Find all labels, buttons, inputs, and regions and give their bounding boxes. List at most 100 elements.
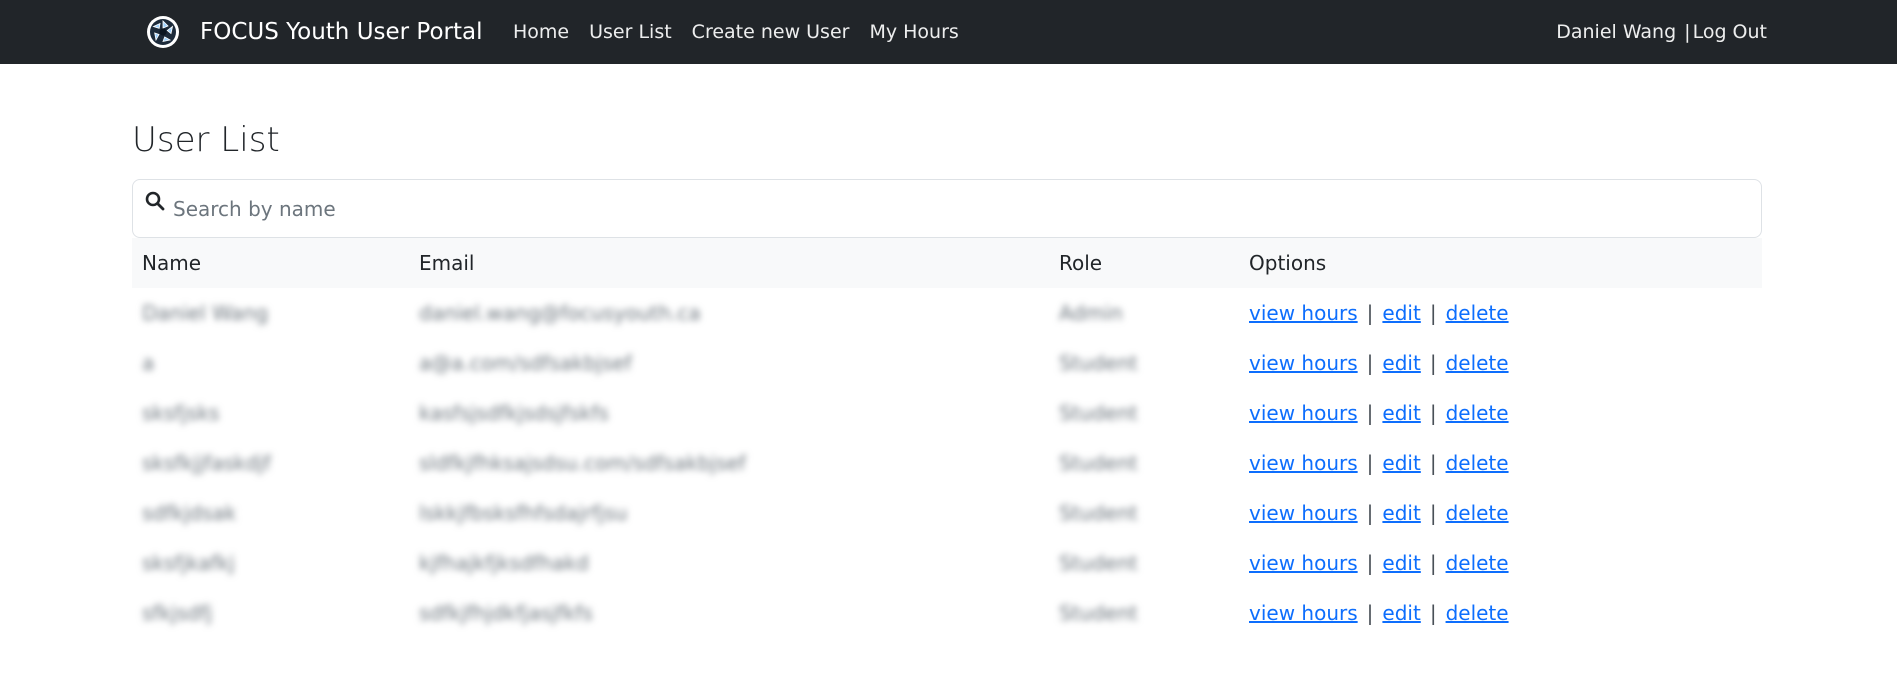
edit-user-link[interactable]: edit: [1382, 301, 1420, 325]
view-hours-link[interactable]: view hours: [1249, 401, 1358, 425]
user-name-cell: sdfkjdsak: [132, 488, 409, 538]
option-separator: |: [1429, 601, 1437, 625]
option-separator: |: [1366, 501, 1374, 525]
nav-separator: |: [1684, 21, 1691, 43]
user-email-cell-value: lskkjfbsksfhfsdajrfjsu: [419, 501, 628, 525]
option-separator: |: [1429, 401, 1437, 425]
option-separator: |: [1366, 601, 1374, 625]
user-name-cell-value: Daniel Wang: [142, 301, 269, 325]
user-options-cell: view hours | edit | delete: [1239, 538, 1762, 588]
table-row: Daniel Wang daniel.wang@focusyouth.ca Admi…: [132, 288, 1762, 338]
user-email-cell: sdfkjfhjdkfjasjfkfs: [409, 588, 1049, 638]
user-role-cell: Admin: [1049, 288, 1239, 338]
edit-user-link[interactable]: edit: [1382, 551, 1420, 575]
user-email-cell: a@a.com/sdfsakbjsef: [409, 338, 1049, 388]
edit-user-link[interactable]: edit: [1382, 601, 1420, 625]
user-role-cell-value: Student: [1059, 351, 1138, 375]
nav-link-home[interactable]: Home: [513, 21, 569, 43]
nav-link-my-hours[interactable]: My Hours: [869, 21, 958, 43]
nav-link-user-list[interactable]: User List: [589, 21, 672, 43]
user-email-cell-value: daniel.wang@focusyouth.ca: [419, 301, 701, 325]
brand-title: FOCUS Youth User Portal: [200, 19, 483, 45]
user-name-cell-value: sksfkjjfaskdjf: [142, 451, 271, 475]
user-email-cell: daniel.wang@focusyouth.ca: [409, 288, 1049, 338]
user-email-cell: sldfkjfhksajsdsu.com/sdfsakbjsef: [409, 438, 1049, 488]
option-separator: |: [1366, 401, 1374, 425]
user-options-cell: view hours | edit | delete: [1239, 338, 1762, 388]
option-separator: |: [1366, 301, 1374, 325]
user-role-cell-value: Student: [1059, 601, 1138, 625]
user-role-cell-value: Student: [1059, 451, 1138, 475]
search-input[interactable]: [173, 180, 1743, 237]
user-name-cell: sksfkjjfaskdjf: [132, 438, 409, 488]
user-table: Name Email Role Options Daniel Wang danie…: [132, 238, 1762, 638]
edit-user-link[interactable]: edit: [1382, 501, 1420, 525]
column-header-options: Options: [1249, 251, 1327, 275]
user-role-cell: Student: [1049, 338, 1239, 388]
search-box: [132, 179, 1762, 238]
user-name-cell-value: sksfjkafkj: [142, 551, 235, 575]
user-email-cell: kasfsjsdfkjsdsjfskfs: [409, 388, 1049, 438]
delete-user-link[interactable]: delete: [1446, 601, 1509, 625]
user-role-cell: Student: [1049, 538, 1239, 588]
user-role-cell: Student: [1049, 388, 1239, 438]
user-role-cell: Student: [1049, 588, 1239, 638]
delete-user-link[interactable]: delete: [1446, 551, 1509, 575]
column-header-email: Email: [419, 251, 475, 275]
option-separator: |: [1366, 351, 1374, 375]
nav-links: Home User List Create new User My Hours: [513, 0, 979, 64]
user-role-cell: Student: [1049, 438, 1239, 488]
user-options-cell: view hours | edit | delete: [1239, 388, 1762, 438]
user-email-cell: lskkjfbsksfhfsdajrfjsu: [409, 488, 1049, 538]
current-user-name: Daniel Wang: [1556, 21, 1677, 43]
nav-link-create-new-user[interactable]: Create new User: [692, 21, 850, 43]
user-name-cell-value: a: [142, 351, 155, 375]
edit-user-link[interactable]: edit: [1382, 351, 1420, 375]
table-header-row: Name Email Role Options: [132, 238, 1762, 288]
view-hours-link[interactable]: view hours: [1249, 501, 1358, 525]
user-email-cell-value: kjfhajkfjksdfhakd: [419, 551, 589, 575]
delete-user-link[interactable]: delete: [1446, 301, 1509, 325]
brand-link[interactable]: FOCUS Youth User Portal: [146, 0, 483, 64]
delete-user-link[interactable]: delete: [1446, 401, 1509, 425]
delete-user-link[interactable]: delete: [1446, 351, 1509, 375]
option-separator: |: [1366, 451, 1374, 475]
delete-user-link[interactable]: delete: [1446, 501, 1509, 525]
delete-user-link[interactable]: delete: [1446, 451, 1509, 475]
table-row: sksfkjjfaskdjf sldfkjfhksajsdsu.com/sdfsa…: [132, 438, 1762, 488]
user-table-body: Daniel Wang daniel.wang@focusyouth.ca Admi…: [132, 288, 1762, 638]
user-email-cell-value: sdfkjfhjdkfjasjfkfs: [419, 601, 593, 625]
user-options-cell: view hours | edit | delete: [1239, 438, 1762, 488]
user-email-cell-value: kasfsjsdfkjsdsjfskfs: [419, 401, 609, 425]
user-options-cell: view hours | edit | delete: [1239, 588, 1762, 638]
view-hours-link[interactable]: view hours: [1249, 451, 1358, 475]
top-navbar: FOCUS Youth User Portal Home User List C…: [0, 0, 1897, 64]
table-row: sksfjkafkj kjfhajkfjksdfhakd Student view h…: [132, 538, 1762, 588]
option-separator: |: [1366, 551, 1374, 575]
column-header-role: Role: [1059, 251, 1103, 275]
user-email-cell-value: sldfkjfhksajsdsu.com/sdfsakbjsef: [419, 451, 746, 475]
user-name-cell: sfkjsdfj: [132, 588, 409, 638]
view-hours-link[interactable]: view hours: [1249, 301, 1358, 325]
user-options-cell: view hours | edit | delete: [1239, 288, 1762, 338]
search-icon: [145, 191, 165, 211]
user-menu: Daniel Wang | Log Out: [1556, 0, 1767, 64]
option-separator: |: [1429, 551, 1437, 575]
edit-user-link[interactable]: edit: [1382, 451, 1420, 475]
option-separator: |: [1429, 501, 1437, 525]
user-role-cell-value: Student: [1059, 551, 1138, 575]
user-name-cell: sksfjkafkj: [132, 538, 409, 588]
view-hours-link[interactable]: view hours: [1249, 551, 1358, 575]
view-hours-link[interactable]: view hours: [1249, 351, 1358, 375]
user-name-cell: a: [132, 338, 409, 388]
user-role-cell-value: Student: [1059, 501, 1138, 525]
user-name-cell: sksfjsks: [132, 388, 409, 438]
user-role-cell-value: Student: [1059, 401, 1138, 425]
user-email-cell-value: a@a.com/sdfsakbjsef: [419, 351, 632, 375]
option-separator: |: [1429, 451, 1437, 475]
focus-aperture-logo-icon: [147, 16, 179, 48]
view-hours-link[interactable]: view hours: [1249, 601, 1358, 625]
logout-link[interactable]: Log Out: [1693, 21, 1767, 43]
edit-user-link[interactable]: edit: [1382, 401, 1420, 425]
user-role-cell: Student: [1049, 488, 1239, 538]
